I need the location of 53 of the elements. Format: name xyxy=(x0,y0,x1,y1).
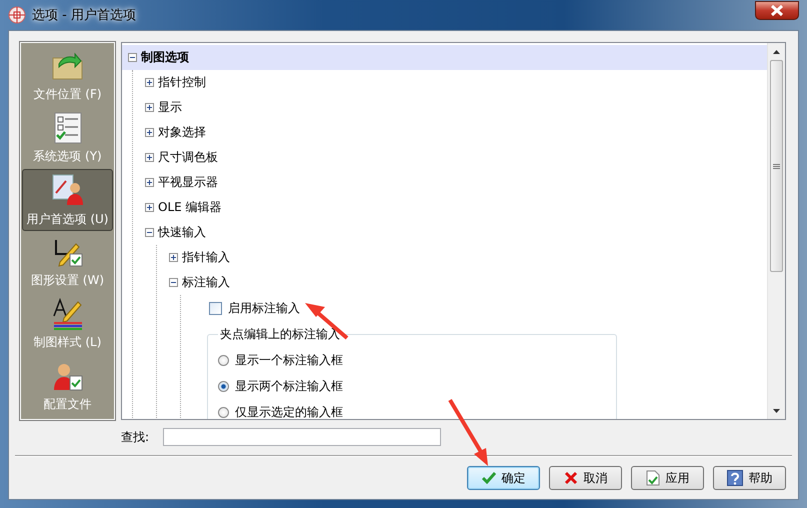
close-icon xyxy=(770,5,784,16)
expander-icon[interactable] xyxy=(169,253,178,262)
expander-icon[interactable] xyxy=(145,78,154,87)
close-button[interactable] xyxy=(755,1,799,20)
radio-button[interactable] xyxy=(218,406,229,418)
tree-item[interactable]: 指针输入 xyxy=(182,249,230,266)
find-field[interactable] xyxy=(163,428,442,446)
expander-icon[interactable] xyxy=(145,153,154,162)
group-title: 夹点编辑上的标注输入 xyxy=(219,326,341,343)
radio-label: 显示两个标注输入框 xyxy=(235,378,343,394)
expander-icon[interactable] xyxy=(128,53,137,62)
dialog-button[interactable]: 应用 xyxy=(631,466,704,490)
app-icon xyxy=(8,6,26,24)
dialog-button[interactable]: 确定 xyxy=(467,466,540,490)
expander-icon[interactable] xyxy=(145,103,154,112)
tree-item[interactable]: OLE 编辑器 xyxy=(158,199,222,216)
close-icon xyxy=(564,471,578,485)
tree-item[interactable]: 指针控制 xyxy=(158,74,206,91)
tree-item[interactable]: 对象选择 xyxy=(158,124,206,141)
sidebar-item[interactable]: 用户首选项 (U) xyxy=(22,169,113,231)
find-label: 查找: xyxy=(121,428,150,446)
tree-item[interactable]: 显示 xyxy=(158,99,182,116)
tree-item[interactable]: 快速输入 xyxy=(158,224,206,241)
tree-item[interactable]: 平视显示器 xyxy=(158,174,218,191)
user-drawing-icon xyxy=(50,172,84,206)
annotation-arrow xyxy=(305,303,348,340)
checklist-icon xyxy=(52,112,82,144)
radio-label: 显示一个标注输入框 xyxy=(235,352,343,368)
help-icon xyxy=(726,470,742,486)
scrollbar[interactable] xyxy=(767,43,785,419)
tree-item[interactable]: 尺寸调色板 xyxy=(158,149,218,166)
window-title: 选项 - 用户首选项 xyxy=(32,7,136,24)
radio-label: 仅显示选定的输入框 xyxy=(235,404,343,419)
expander-icon[interactable] xyxy=(145,128,154,137)
tree-item[interactable]: 标注输入 xyxy=(182,274,230,291)
grip-icon xyxy=(773,164,780,168)
expander-icon[interactable] xyxy=(145,228,154,237)
radio-button[interactable] xyxy=(218,380,229,392)
document-icon xyxy=(646,470,660,486)
scroll-up-icon[interactable] xyxy=(773,50,780,54)
tree-root-row[interactable]: 制图选项 xyxy=(122,45,767,70)
radio-button[interactable] xyxy=(218,354,229,366)
dialog-button[interactable]: 帮助 xyxy=(713,466,786,490)
checkbox[interactable] xyxy=(209,302,222,315)
checkbox-label: 启用标注输入 xyxy=(228,300,300,317)
expander-icon[interactable] xyxy=(169,278,178,287)
scroll-down-icon[interactable] xyxy=(773,408,780,412)
text-style-icon xyxy=(52,298,84,330)
dialog-button[interactable]: 取消 xyxy=(549,466,622,490)
expander-icon[interactable] xyxy=(145,203,154,212)
check-icon xyxy=(482,472,496,484)
annotation-arrow xyxy=(448,398,488,466)
expander-icon[interactable] xyxy=(145,178,154,187)
